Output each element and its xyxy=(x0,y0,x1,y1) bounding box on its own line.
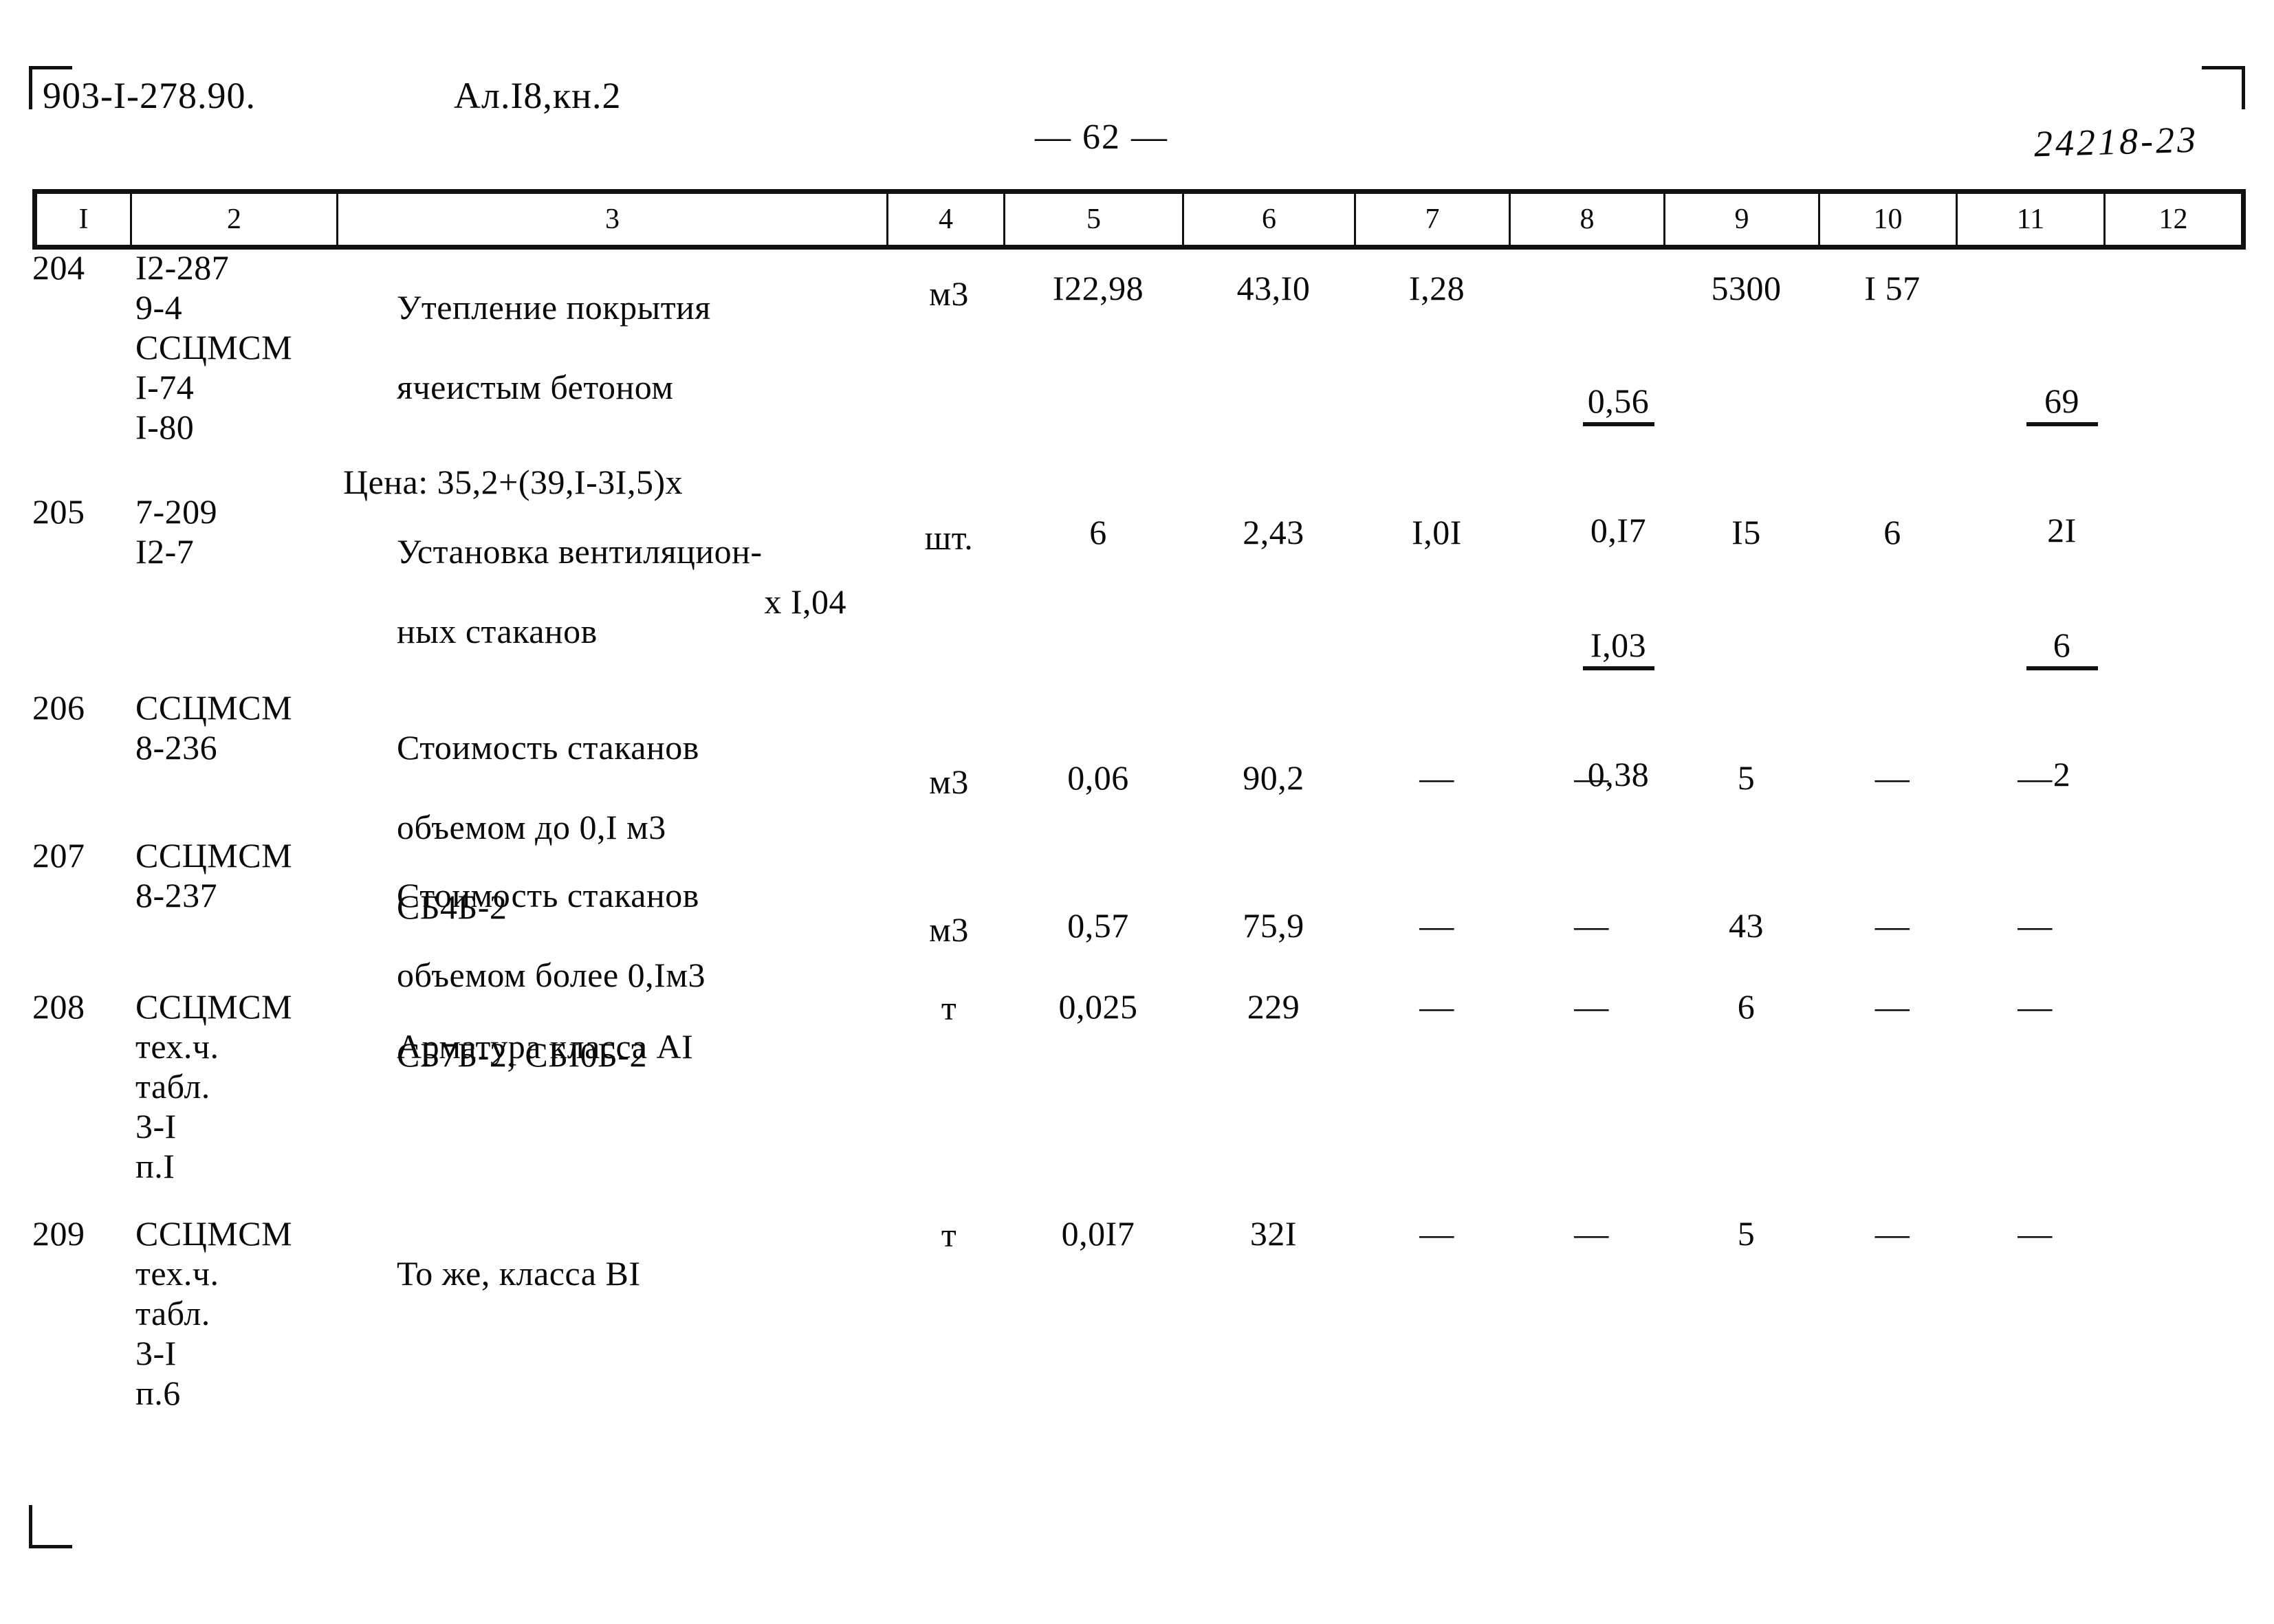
row-value-8: — xyxy=(1574,1214,1609,1253)
document-code: 903-I-278.90. xyxy=(43,75,256,116)
row-unit: м3 xyxy=(929,762,969,801)
row-code: 7-209 I2-7 xyxy=(135,492,218,571)
desc-line-1: Стоимость стаканов xyxy=(397,876,699,914)
row-value-5: 0,06 xyxy=(1067,758,1129,797)
column-header-7: 7 xyxy=(1354,189,1511,250)
row-value-5: I22,98 xyxy=(1052,269,1144,307)
row-number: 205 xyxy=(32,492,85,531)
row-value-11: — xyxy=(2018,906,2053,945)
row-value-10: 6 xyxy=(1883,513,1901,551)
row-value-7: I,28 xyxy=(1408,269,1465,307)
desc-line-1: Утепление покрытия xyxy=(397,288,711,327)
fraction: I,03 0,38 xyxy=(1582,545,1654,874)
column-header-2: 2 xyxy=(130,189,338,250)
crop-mark-bottom-left xyxy=(29,1505,72,1548)
row-value-5: 0,025 xyxy=(1058,987,1138,1026)
row-value-7: — xyxy=(1419,1214,1454,1253)
table-header-band: I 2 3 4 5 6 7 8 9 10 11 12 xyxy=(32,189,2246,250)
row-value-6: 229 xyxy=(1247,987,1300,1026)
row-value-8: — xyxy=(1574,987,1609,1026)
row-value-10: — xyxy=(1874,987,1910,1026)
row-number: 206 xyxy=(32,688,85,727)
row-value-11: — xyxy=(2018,1214,2053,1253)
column-header-10: 10 xyxy=(1818,189,1958,250)
row-value-9: 5 xyxy=(1737,1214,1756,1253)
row-value-9: 5 xyxy=(1737,758,1756,797)
fraction-numerator: I,03 xyxy=(1582,625,1654,670)
row-number: 208 xyxy=(32,987,85,1026)
row-value-7: I,0I xyxy=(1412,513,1462,551)
row-value-6: 32I xyxy=(1249,1214,1298,1253)
column-header-11: 11 xyxy=(1956,189,2106,250)
fraction-numerator: 6 xyxy=(2026,625,2098,670)
row-code: ССЦМСМ тех.ч. табл. 3-I п.6 xyxy=(135,1214,293,1412)
row-value-9: 5300 xyxy=(1711,269,1782,307)
row-value-6: 43,I0 xyxy=(1236,269,1311,307)
row-number: 207 xyxy=(32,836,85,875)
row-value-11: — xyxy=(2018,987,2053,1026)
row-number: 209 xyxy=(32,1214,85,1253)
row-value-7: — xyxy=(1419,987,1454,1026)
row-unit: м3 xyxy=(929,910,969,949)
row-value-10: — xyxy=(1874,758,1910,797)
desc-line-1: То же, класса ВI xyxy=(397,1254,641,1293)
column-header-6: 6 xyxy=(1182,189,1356,250)
row-code: ССЦМСМ тех.ч. табл. 3-I п.I xyxy=(135,987,293,1185)
row-value-7: — xyxy=(1419,906,1454,945)
row-value-5: 0,57 xyxy=(1067,906,1129,945)
row-value-5: 6 xyxy=(1089,513,1107,551)
desc-line-2: ных стаканов xyxy=(397,612,598,650)
page-number: — 62 — xyxy=(1035,118,1168,157)
column-header-1: I xyxy=(32,189,132,250)
column-header-8: 8 xyxy=(1509,189,1665,250)
desc-line-1: Стоимость стаканов xyxy=(397,728,699,767)
album-reference: Ал.I8,кн.2 xyxy=(454,75,622,116)
row-code: I2-287 9-4 ССЦМСМ I-74 I-80 xyxy=(135,248,293,446)
row-value-8: — xyxy=(1574,906,1609,945)
row-unit: т xyxy=(941,1216,957,1254)
row-code: ССЦМСМ 8-236 xyxy=(135,688,293,767)
row-description: То же, класса ВI xyxy=(343,1214,886,1333)
fraction-numerator: 0,56 xyxy=(1582,381,1654,426)
page-header: 903-I-278.90. Ал.I8,кн.2 xyxy=(0,74,2274,122)
row-value-5: 0,0I7 xyxy=(1061,1214,1135,1253)
row-code: ССЦМСМ 8-237 xyxy=(135,836,293,914)
table-body: 204 I2-287 9-4 ССЦМСМ I-74 I-80 Утеплени… xyxy=(32,248,2241,1471)
desc-line-1: Арматура класса АI xyxy=(397,1027,694,1066)
column-header-3: 3 xyxy=(336,189,888,250)
column-number-table: I 2 3 4 5 6 7 8 9 10 11 12 xyxy=(32,189,2246,250)
row-unit: шт. xyxy=(924,518,974,557)
column-header-12: 12 xyxy=(2103,189,2246,250)
row-value-10: I 57 xyxy=(1864,269,1921,307)
row-description: Установка вентиляцион- ных стаканов xyxy=(343,492,886,691)
column-header-9: 9 xyxy=(1663,189,1820,250)
row-value-11: 6 2 xyxy=(1961,505,2109,914)
row-description: Арматура класса АI xyxy=(343,987,886,1106)
archive-stamp: 24218-23 xyxy=(2033,118,2199,165)
row-value-6: 90,2 xyxy=(1243,758,1304,797)
column-header-5: 5 xyxy=(1003,189,1184,250)
row-unit: т xyxy=(941,989,957,1027)
column-header-row: I 2 3 4 5 6 7 8 9 10 11 12 xyxy=(32,189,2246,250)
row-value-9: I5 xyxy=(1731,513,1761,551)
row-value-9: 6 xyxy=(1737,987,1756,1026)
row-number: 204 xyxy=(32,248,85,287)
column-header-4: 4 xyxy=(886,189,1005,250)
row-value-10: — xyxy=(1874,1214,1910,1253)
row-unit: м3 xyxy=(929,274,969,313)
row-value-7: — xyxy=(1419,758,1454,797)
row-value-9: 43 xyxy=(1729,906,1764,945)
row-value-8: — xyxy=(1574,758,1609,797)
row-value-11: — xyxy=(2018,758,2053,797)
fraction: 6 2 xyxy=(2026,545,2098,874)
row-value-6: 2,43 xyxy=(1243,513,1304,551)
row-value-8: I,03 0,38 xyxy=(1514,505,1669,914)
row-value-6: 75,9 xyxy=(1243,906,1304,945)
desc-line-2: ячеистым бетоном xyxy=(397,368,674,406)
fraction-numerator: 69 xyxy=(2026,381,2098,426)
desc-line-1: Установка вентиляцион- xyxy=(397,532,763,571)
row-value-10: — xyxy=(1874,906,1910,945)
